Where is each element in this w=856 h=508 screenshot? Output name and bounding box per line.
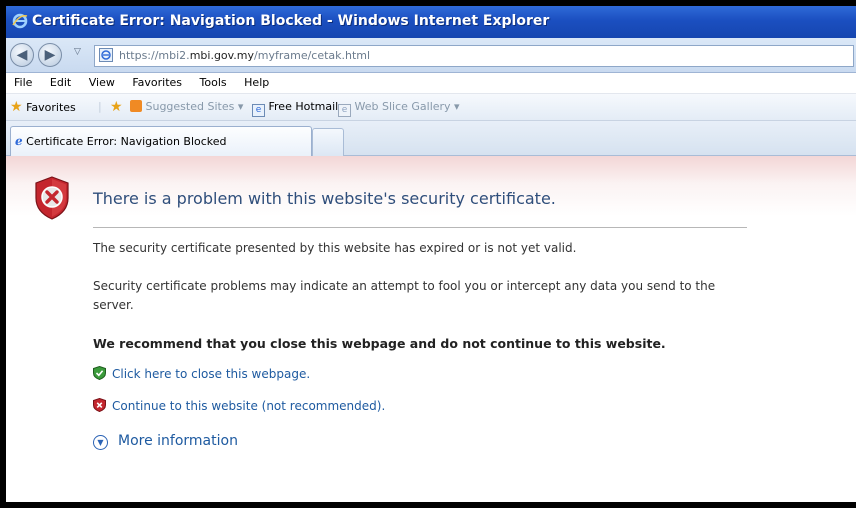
close-webpage-label: Click here to close this webpage. bbox=[112, 367, 311, 381]
history-dropdown-icon[interactable]: ▽ bbox=[74, 47, 81, 57]
suggested-sites-label: Suggested Sites ▾ bbox=[145, 100, 244, 113]
title-bar: Certificate Error: Navigation Blocked - … bbox=[6, 6, 856, 38]
tab-bar: ℯ Certificate Error: Navigation Blocked bbox=[6, 121, 856, 156]
ie-page-icon: e bbox=[338, 104, 351, 117]
tab-label: Certificate Error: Navigation Blocked bbox=[26, 135, 227, 148]
favorites-bar: ★ Favorites | ★ Suggested Sites ▾ e Free… bbox=[6, 94, 856, 121]
star-icon: ★ bbox=[10, 99, 23, 115]
continue-website-link[interactable]: Continue to this website (not recommende… bbox=[93, 397, 386, 413]
menu-view[interactable]: View bbox=[89, 76, 115, 89]
menu-favorites[interactable]: Favorites bbox=[132, 76, 182, 89]
heading-divider bbox=[93, 227, 747, 228]
address-bar: ◀ ▶ ▽ https://mbi2.mbi.gov.my/myframe/ce… bbox=[6, 38, 856, 73]
continue-website-label: Continue to this website (not recommende… bbox=[112, 399, 386, 413]
web-slice-gallery-link[interactable]: e Web Slice Gallery ▾ bbox=[338, 94, 460, 120]
back-button[interactable]: ◀ bbox=[10, 43, 34, 67]
error-page: There is a problem with this website's s… bbox=[6, 156, 856, 502]
more-information-label: More information bbox=[118, 433, 238, 449]
url-path: /myframe/cetak.html bbox=[254, 49, 371, 62]
suggested-sites-link[interactable]: Suggested Sites ▾ bbox=[130, 94, 243, 120]
red-shield-icon bbox=[93, 397, 106, 413]
hotmail-link[interactable]: e Free Hotmail bbox=[252, 94, 338, 120]
url-prefix: https://mbi2. bbox=[119, 49, 190, 62]
menu-help[interactable]: Help bbox=[244, 76, 269, 89]
forward-arrow-icon: ▶ bbox=[44, 47, 56, 63]
menu-file[interactable]: File bbox=[14, 76, 32, 89]
recommendation-text: We recommend that you close this webpage… bbox=[93, 336, 666, 351]
security-warning-text: Security certificate problems may indica… bbox=[93, 279, 716, 312]
ie-page-icon: e bbox=[252, 104, 265, 117]
url-field[interactable]: https://mbi2.mbi.gov.my/myframe/cetak.ht… bbox=[94, 45, 854, 67]
window-title: Certificate Error: Navigation Blocked - … bbox=[32, 13, 550, 29]
ie-tab-icon: ℯ bbox=[15, 134, 23, 148]
green-shield-icon bbox=[93, 365, 106, 381]
forward-button[interactable]: ▶ bbox=[38, 43, 62, 67]
back-arrow-icon: ◀ bbox=[16, 47, 28, 63]
menu-tools[interactable]: Tools bbox=[200, 76, 227, 89]
ie-logo-icon bbox=[12, 13, 28, 29]
url-domain: mbi.gov.my bbox=[189, 49, 255, 62]
certificate-expired-text: The security certificate presented by th… bbox=[93, 241, 577, 255]
more-information-toggle[interactable]: ▼ More information bbox=[93, 433, 238, 450]
menu-edit[interactable]: Edit bbox=[50, 76, 71, 89]
new-tab-button[interactable] bbox=[312, 128, 344, 156]
error-heading: There is a problem with this website's s… bbox=[93, 189, 556, 208]
page-icon bbox=[99, 48, 113, 62]
favorites-label: Favorites bbox=[26, 101, 76, 114]
favorites-button[interactable]: ★ Favorites bbox=[10, 94, 76, 121]
hotmail-label: Free Hotmail bbox=[268, 100, 339, 113]
separator: | bbox=[98, 100, 102, 113]
add-favorites-icon: ★ bbox=[110, 99, 123, 115]
error-shield-icon bbox=[35, 176, 69, 220]
close-webpage-link[interactable]: Click here to close this webpage. bbox=[93, 365, 311, 381]
suggested-sites-icon bbox=[130, 100, 142, 112]
browser-window: Certificate Error: Navigation Blocked - … bbox=[6, 6, 856, 502]
expand-chevron-icon: ▼ bbox=[93, 435, 108, 450]
add-favorite-button[interactable]: ★ bbox=[110, 94, 123, 121]
menu-bar: File Edit View Favorites Tools Help bbox=[6, 73, 856, 94]
tab-certificate-error[interactable]: ℯ Certificate Error: Navigation Blocked bbox=[10, 126, 312, 156]
web-slice-gallery-label: Web Slice Gallery ▾ bbox=[354, 100, 460, 113]
